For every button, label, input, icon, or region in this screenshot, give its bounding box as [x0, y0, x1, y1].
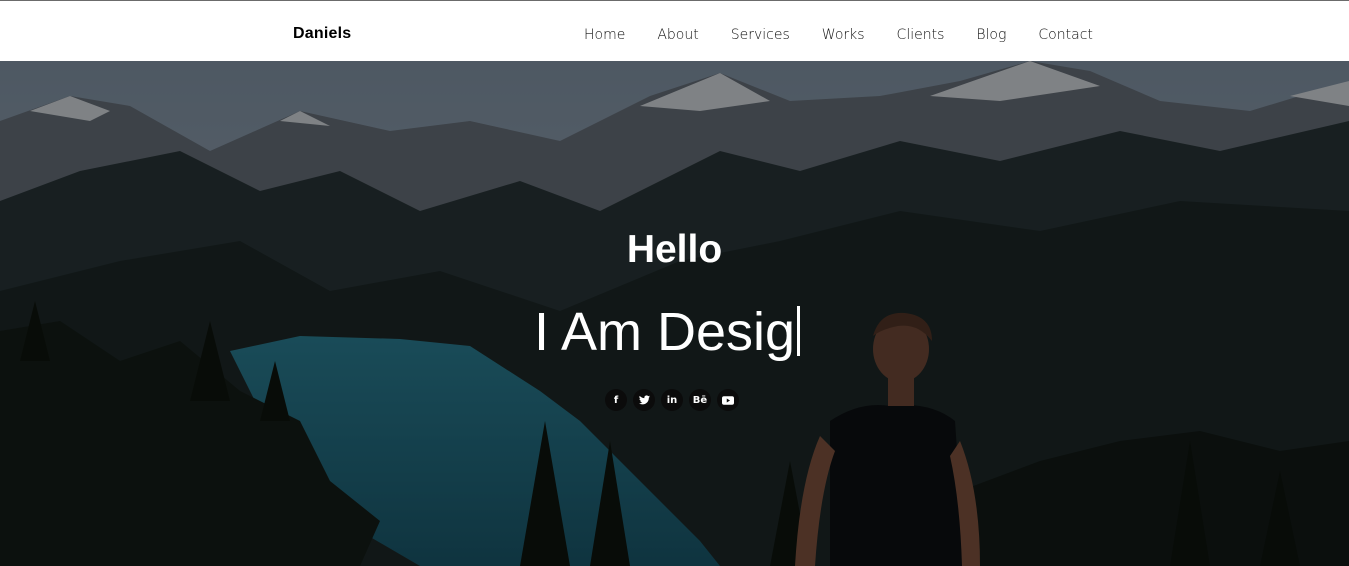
brand-logo[interactable]: Daniels [293, 25, 351, 43]
linkedin-icon[interactable]: in [661, 389, 683, 411]
hero-section: Hello I Am Desig f in Bē [0, 61, 1349, 566]
youtube-play-glyph [722, 395, 734, 405]
youtube-icon[interactable] [717, 389, 739, 411]
social-links: f in Bē [605, 389, 739, 411]
navbar: Daniels Home About Services Works Client… [0, 1, 1349, 61]
nav-item-about[interactable]: About [641, 27, 714, 43]
nav-menu: Home About Services Works Clients Blog C… [568, 27, 1109, 43]
nav-item-blog[interactable]: Blog [960, 27, 1022, 43]
nav-item-works[interactable]: Works [806, 27, 881, 43]
twitter-bird-glyph [638, 395, 650, 405]
nav-item-services[interactable]: Services [715, 27, 806, 43]
hero-typed-heading: I Am Desig [534, 301, 801, 363]
nav-item-clients[interactable]: Clients [881, 27, 961, 43]
twitter-icon[interactable] [633, 389, 655, 411]
behance-icon[interactable]: Bē [689, 389, 711, 411]
hero-greeting: Hello [626, 228, 723, 271]
typing-cursor [797, 306, 801, 356]
nav-item-home[interactable]: Home [568, 27, 641, 43]
facebook-icon[interactable]: f [605, 389, 627, 411]
nav-item-contact[interactable]: Contact [1022, 27, 1108, 43]
hero-typed-text: I Am Desig [534, 302, 796, 362]
